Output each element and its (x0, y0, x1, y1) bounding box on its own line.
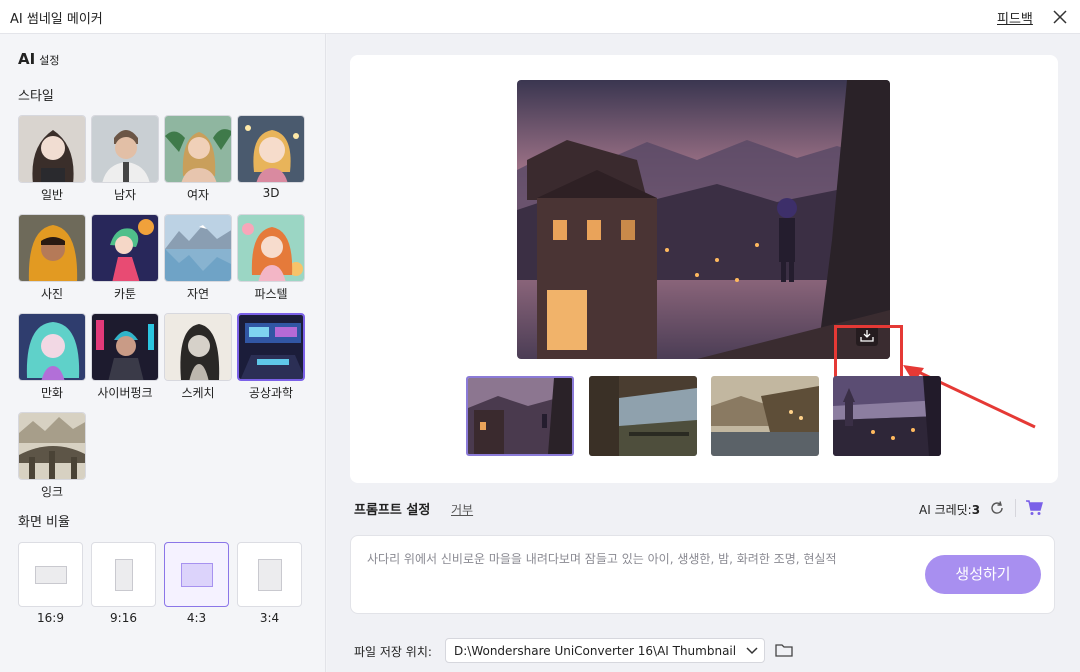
sketch-woman-icon (164, 313, 232, 381)
style-item-nature[interactable]: 자연 (164, 214, 232, 302)
hooded-woman-photo-icon (18, 214, 86, 282)
style-label: 만화 (40, 386, 64, 400)
style-item-scifi[interactable]: 공상과학 (237, 313, 305, 401)
style-item-manga[interactable]: 만화 (18, 313, 86, 401)
refresh-icon[interactable] (989, 500, 1005, 516)
ratio-label: 16:9 (37, 611, 64, 625)
style-label: 여자 (186, 188, 210, 202)
ai-credit: AI 크레딧:3 (919, 503, 981, 517)
main-panel: 프롬프트 설정 거부 AI 크레딧:3 사다리 위에서 신비로운 마을을 내려다… (327, 34, 1080, 672)
ink-bridge-icon (18, 412, 86, 480)
style-item-ink[interactable]: 잉크 (18, 412, 86, 500)
ratio-label: 4:3 (186, 611, 207, 625)
style-item-man[interactable]: 남자 (91, 115, 159, 203)
preview-image (517, 80, 890, 359)
man-portrait-icon (91, 115, 159, 183)
style-label: 자연 (186, 287, 210, 301)
prompt-input-box[interactable]: 사다리 위에서 신비로운 마을을 내려다보며 잠들고 있는 아이, 생생한, 밤… (350, 535, 1055, 614)
result-thumbnail-4[interactable] (833, 376, 941, 456)
style-label: 사진 (40, 287, 64, 301)
cartoon-girl-icon (91, 214, 159, 282)
style-item-sketch[interactable]: 스케치 (164, 313, 232, 401)
result-thumbnail-1[interactable] (466, 376, 574, 456)
anime-girl-portrait-icon (18, 115, 86, 183)
prompt-text[interactable]: 사다리 위에서 신비로운 마을을 내려다보며 잠들고 있는 아이, 생생한, 밤… (367, 550, 907, 567)
style-label: 공상과학 (248, 386, 294, 400)
style-item-cartoon[interactable]: 카툰 (91, 214, 159, 302)
preview-card (350, 55, 1058, 483)
ratio-label: 9:16 (110, 611, 137, 625)
settings-sidebar: AI 설정 스타일 일반 남자 여자 3D 사진 카툰 자연 파스텔 만화 사이… (0, 34, 326, 672)
save-path-text: D:\Wondershare UniConverter 16\AI Thumbn… (454, 644, 739, 658)
style-item-woman[interactable]: 여자 (164, 115, 232, 203)
ratio-label: 3:4 (259, 611, 280, 625)
woman-portrait-icon (164, 115, 232, 183)
result-thumbnail-2[interactable] (589, 376, 697, 456)
generate-button[interactable]: 생성하기 (925, 555, 1041, 594)
cyberpunk-character-icon (91, 313, 159, 381)
style-label: 사이버펑크 (97, 386, 153, 400)
3d-girl-portrait-icon (237, 115, 305, 183)
result-thumbnail-3[interactable] (711, 376, 819, 456)
style-label: 3D (262, 186, 280, 200)
save-path-select[interactable]: D:\Wondershare UniConverter 16\AI Thumbn… (445, 638, 765, 663)
ratio-heading: 화면 비율 (18, 515, 70, 530)
cart-icon[interactable] (1025, 500, 1043, 516)
ai-settings-heading: AI 설정 (18, 50, 60, 68)
style-item-photo[interactable]: 사진 (18, 214, 86, 302)
ratio-3-4-button[interactable] (237, 542, 302, 607)
chevron-down-icon (746, 647, 758, 655)
ratio-9-16-button[interactable] (91, 542, 156, 607)
close-icon[interactable] (1050, 7, 1070, 27)
style-label: 잉크 (40, 485, 64, 499)
ratio-16-9-button[interactable] (18, 542, 83, 607)
save-location-label: 파일 저장 위치: (354, 645, 432, 659)
style-item-pastel[interactable]: 파스텔 (237, 214, 305, 302)
title-bar: AI 썸네일 메이커 피드백 (0, 0, 1080, 34)
scifi-interior-icon (237, 313, 305, 381)
window-title: AI 썸네일 메이커 (10, 12, 103, 27)
divider (1015, 499, 1016, 517)
folder-icon[interactable] (775, 642, 793, 658)
style-label: 스케치 (181, 386, 215, 400)
style-heading: 스타일 (18, 89, 54, 104)
style-label: 카툰 (113, 287, 137, 301)
style-item-general[interactable]: 일반 (18, 115, 86, 203)
style-label: 파스텔 (254, 287, 288, 301)
pastel-girl-icon (237, 214, 305, 282)
manga-girl-icon (18, 313, 86, 381)
download-icon[interactable] (856, 326, 878, 346)
ratio-shape (181, 563, 213, 587)
style-label: 일반 (40, 188, 64, 202)
ratio-shape (35, 566, 67, 584)
prompt-reject-link[interactable]: 거부 (451, 501, 473, 518)
ratio-shape (258, 559, 282, 591)
feedback-link[interactable]: 피드백 (997, 8, 1033, 27)
ratio-4-3-button[interactable] (164, 542, 229, 607)
style-item-cyberpunk[interactable]: 사이버펑크 (91, 313, 159, 401)
prompt-settings-title: 프롬프트 설정 (354, 503, 431, 518)
style-label: 남자 (113, 188, 137, 202)
style-item-3d[interactable]: 3D (237, 115, 305, 200)
ratio-shape (115, 559, 133, 591)
mountain-lake-icon (164, 214, 232, 282)
